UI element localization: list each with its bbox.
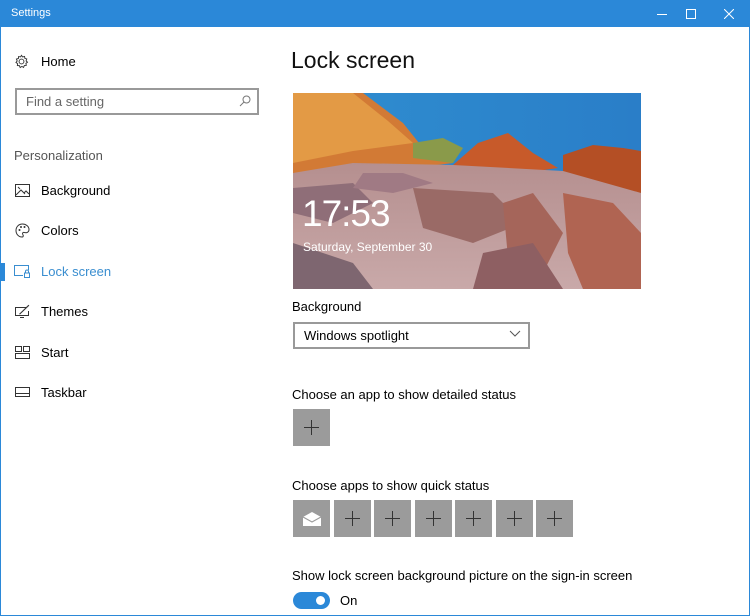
lock-screen-icon xyxy=(14,263,30,279)
maximize-icon xyxy=(686,8,696,19)
sidebar-item-themes[interactable]: Themes xyxy=(1,295,271,327)
title-bar: Settings xyxy=(1,0,750,27)
sidebar: Home Find a setting Personalization Back… xyxy=(1,27,271,616)
detailed-status-label: Choose an app to show detailed status xyxy=(292,387,517,402)
lock-screen-preview: 17:53 Saturday, September 30 xyxy=(293,93,641,289)
sidebar-item-background[interactable]: Background xyxy=(1,174,271,206)
sidebar-item-label: Themes xyxy=(41,303,88,319)
quick-status-add-button[interactable] xyxy=(455,500,492,537)
settings-window: Settings Home Find a setting Personaliza xyxy=(0,0,750,616)
preview-image xyxy=(293,93,641,289)
close-icon xyxy=(724,8,734,19)
sidebar-item-lock-screen[interactable]: Lock screen xyxy=(1,255,271,287)
search-icon[interactable] xyxy=(239,95,251,107)
search-placeholder: Find a setting xyxy=(26,94,105,109)
taskbar-icon xyxy=(14,384,30,400)
plus-icon xyxy=(466,511,481,526)
background-label: Background xyxy=(292,299,362,314)
plus-icon xyxy=(304,420,319,435)
minimize-icon xyxy=(657,13,667,15)
background-dropdown-value: Windows spotlight xyxy=(304,328,409,343)
sidebar-item-label: Colors xyxy=(41,222,79,238)
quick-status-add-button[interactable] xyxy=(496,500,533,537)
mail-icon xyxy=(302,511,321,526)
quick-status-label: Choose apps to show quick status xyxy=(292,478,490,493)
active-indicator xyxy=(1,263,5,281)
search-input[interactable]: Find a setting xyxy=(15,88,259,115)
sidebar-item-label: Start xyxy=(41,344,69,360)
maximize-button[interactable] xyxy=(674,0,708,27)
main-content: Lock screen 17:53 Saturday, September 30… xyxy=(291,27,750,616)
plus-icon xyxy=(345,511,360,526)
chevron-down-icon xyxy=(509,330,521,337)
quick-status-add-button[interactable] xyxy=(374,500,411,537)
home-link[interactable]: Home xyxy=(14,53,76,69)
plus-icon xyxy=(547,511,562,526)
detailed-status-add-button[interactable] xyxy=(293,409,330,446)
preview-time: 17:53 xyxy=(302,193,391,234)
palette-icon xyxy=(14,222,30,238)
sidebar-item-start[interactable]: Start xyxy=(1,336,271,368)
start-icon xyxy=(14,344,30,360)
quick-status-mail-button[interactable] xyxy=(293,500,330,537)
quick-status-add-button[interactable] xyxy=(536,500,573,537)
home-label: Home xyxy=(41,53,76,69)
picture-icon xyxy=(14,182,30,198)
window-title: Settings xyxy=(11,7,51,19)
sidebar-item-colors[interactable]: Colors xyxy=(1,214,271,246)
signin-picture-toggle[interactable] xyxy=(293,592,330,609)
sidebar-item-taskbar[interactable]: Taskbar xyxy=(1,376,271,408)
preview-date: Saturday, September 30 xyxy=(303,240,433,254)
toggle-state-label: On xyxy=(340,593,358,608)
sidebar-item-label: Background xyxy=(41,182,111,198)
background-dropdown[interactable]: Windows spotlight xyxy=(293,322,530,349)
sidebar-item-label: Lock screen xyxy=(41,263,112,279)
sidebar-item-label: Taskbar xyxy=(41,384,87,400)
plus-icon xyxy=(426,511,441,526)
toggle-knob xyxy=(316,596,325,605)
plus-icon xyxy=(507,511,522,526)
page-title: Lock screen xyxy=(291,47,416,73)
close-button[interactable] xyxy=(712,0,746,27)
gear-icon xyxy=(15,54,29,68)
signin-picture-label: Show lock screen background picture on t… xyxy=(292,568,633,583)
quick-status-add-button[interactable] xyxy=(415,500,452,537)
quick-status-add-button[interactable] xyxy=(334,500,371,537)
themes-icon xyxy=(14,303,30,319)
section-label-personalization: Personalization xyxy=(14,148,103,163)
plus-icon xyxy=(385,511,400,526)
